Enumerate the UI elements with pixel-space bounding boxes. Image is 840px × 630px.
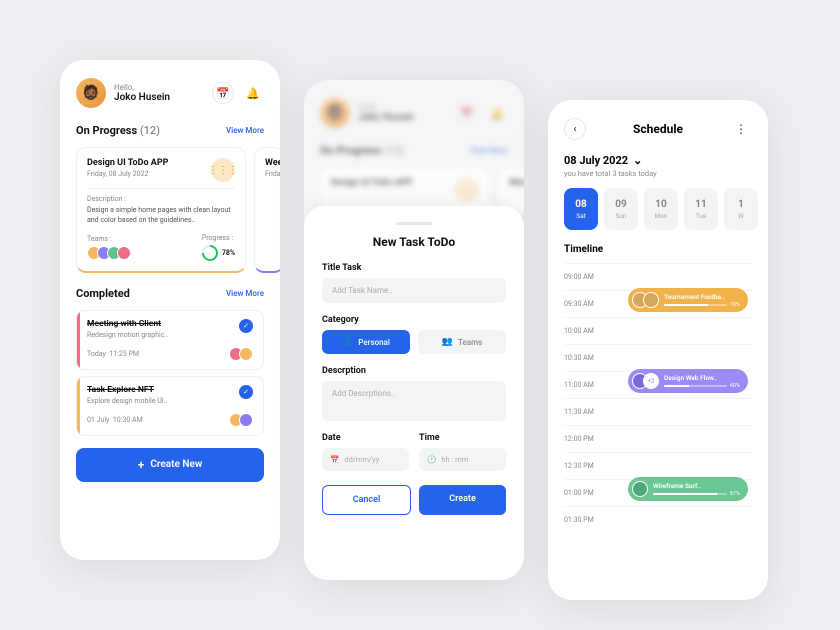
view-more-link[interactable]: View More	[226, 289, 264, 298]
page-title: Schedule	[633, 122, 683, 136]
time-row: 01:30 PM	[564, 506, 752, 533]
new-task-screen: 🧔🏾 Hello, Joko Husein 📅 🔔 On Progress (1…	[304, 80, 524, 580]
calendar-icon[interactable]: 📅	[212, 82, 234, 104]
create-button[interactable]: Create	[419, 485, 506, 515]
plus-icon: +	[138, 458, 145, 472]
day-pill[interactable]: 09Sun	[604, 188, 638, 230]
date-input[interactable]: 📅 dd/mm/yy	[322, 448, 409, 471]
calendar-icon: 📅	[330, 455, 339, 464]
chevron-down-icon: ⌄	[633, 154, 642, 167]
category-personal-button[interactable]: 👤 Personal	[322, 330, 410, 354]
event-tournament[interactable]: Tournament Footba.. 70%	[628, 288, 748, 312]
home-screen: 🧔🏾 Hello, Joko Husein 📅 🔔 On Progress (1…	[60, 60, 280, 560]
day-pill[interactable]: 11Tue	[684, 188, 718, 230]
progress-carousel[interactable]: Design UI ToDo APP Friday, 08 July 2022 …	[76, 147, 264, 273]
completed-title: Completed	[76, 287, 130, 300]
date-subtitle: you have total 3 tasks today	[564, 169, 752, 178]
progress-label: Progress :	[202, 234, 235, 242]
team-avatars	[87, 246, 131, 260]
user-avatar[interactable]: 🧔🏾	[76, 78, 106, 108]
check-icon: ✓	[239, 319, 253, 333]
progress-card-peek[interactable]: Wee Friday	[254, 147, 280, 273]
time-row: 12:00 PM	[564, 425, 752, 452]
time-row: 10:30 AM	[564, 344, 752, 371]
title-label: Title Task	[322, 263, 506, 273]
header: 🧔🏾 Hello, Joko Husein 📅 🔔	[76, 78, 264, 108]
sheet-handle[interactable]	[396, 222, 432, 225]
people-icon: 👥	[442, 337, 453, 347]
date-label: Date	[322, 433, 409, 443]
network-icon: ⋮⋮⋮	[211, 158, 235, 182]
task-name-input[interactable]: Add Task Name..	[322, 278, 506, 303]
greeting: Hello,	[114, 83, 204, 92]
cancel-button[interactable]: Cancel	[322, 485, 411, 515]
card-desc: Design a simple home pages with clean la…	[87, 206, 235, 226]
progress-pct: 78%	[222, 249, 235, 257]
completed-item[interactable]: Task Explore NFT Explore design mobile U…	[76, 376, 264, 436]
username: Joko Husein	[114, 92, 204, 103]
on-progress-title: On Progress (12)	[76, 124, 160, 137]
timeline: Tournament Footba.. 70% +3 Design Web Fl…	[564, 263, 752, 533]
description-label: Descrption	[322, 366, 506, 376]
view-more-link[interactable]: View More	[226, 126, 264, 135]
event-wireframe[interactable]: Wireframe Surf.. 87%	[628, 477, 748, 501]
chevron-left-icon: ‹	[573, 124, 576, 135]
date-selector[interactable]: 08 July 2022 ⌄	[564, 154, 752, 167]
day-pill[interactable]: 08Sat	[564, 188, 598, 230]
item-datetime: Today 11:25 PM	[87, 350, 139, 358]
time-row: 11:30 AM	[564, 398, 752, 425]
desc-label: Description :	[87, 195, 235, 203]
item-sub: Explore design mobile UI..	[87, 397, 167, 405]
item-datetime: 01 July 10:30 AM	[87, 416, 143, 424]
bell-icon[interactable]: 🔔	[242, 82, 264, 104]
timeline-title: Timeline	[564, 244, 752, 255]
time-input[interactable]: 🕐 hh : mm	[419, 448, 506, 471]
card-title: Design UI ToDo APP	[87, 158, 168, 168]
clock-icon: 🕐	[427, 455, 436, 464]
sheet-title: New Task ToDo	[322, 235, 506, 249]
item-title: Meeting with Client	[87, 319, 168, 329]
teams-label: Teams :	[87, 235, 131, 243]
create-new-button[interactable]: + Create New	[76, 448, 264, 482]
description-input[interactable]: Add Descrptions..	[322, 381, 506, 421]
day-strip[interactable]: 08Sat09Sun10Mon11Tue1W	[564, 188, 752, 230]
schedule-screen: ‹ Schedule ⋮ 08 July 2022 ⌄ you have tot…	[548, 100, 768, 600]
category-label: Category	[322, 315, 506, 325]
completed-item[interactable]: Meeting with Client Redesign motion grap…	[76, 310, 264, 370]
more-button[interactable]: ⋮	[730, 118, 752, 140]
time-row: 12:30 PM	[564, 452, 752, 479]
progress-card[interactable]: Design UI ToDo APP Friday, 08 July 2022 …	[76, 147, 246, 273]
time-row: 10:00 AM	[564, 317, 752, 344]
card-date: Friday, 08 July 2022	[87, 170, 168, 178]
day-pill[interactable]: 1W	[724, 188, 758, 230]
person-icon: 👤	[342, 337, 353, 347]
new-task-sheet: New Task ToDo Title Task Add Task Name..…	[304, 206, 524, 580]
item-sub: Redesign motion graphic..	[87, 331, 168, 339]
back-button[interactable]: ‹	[564, 118, 586, 140]
progress-ring-icon	[199, 241, 222, 264]
day-pill[interactable]: 10Mon	[644, 188, 678, 230]
time-row: 09:00 AM	[564, 263, 752, 290]
item-title: Task Explore NFT	[87, 385, 167, 395]
check-icon: ✓	[239, 385, 253, 399]
category-teams-button[interactable]: 👥 Teams	[418, 330, 506, 354]
event-design-web[interactable]: +3 Design Web Flow.. 40%	[628, 369, 748, 393]
dots-icon: ⋮	[735, 122, 747, 136]
time-label: Time	[419, 433, 506, 443]
